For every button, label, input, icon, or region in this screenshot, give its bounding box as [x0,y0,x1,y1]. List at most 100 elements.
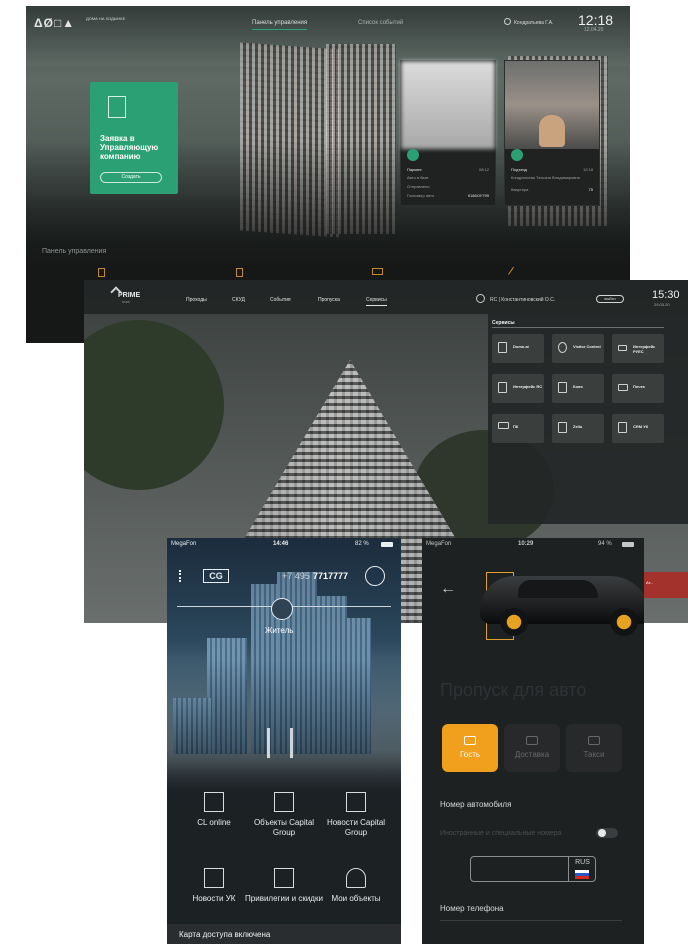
tab-label: Доставка [514,750,550,759]
car-wheel [610,608,638,636]
tile-objects[interactable]: Объекты Capital Group [245,792,323,838]
phone-number[interactable]: 7717777 [313,571,348,581]
logo-subtitle: PARK [122,300,130,304]
service-label: Visitor Control [573,344,601,349]
camera-card-entrance[interactable]: Подъезд 12:18 Кондратьева Татьяна Владими… [504,60,600,206]
user-icon[interactable] [476,294,485,303]
camera-card-parking[interactable]: Паркинг 08:12 Авто в базе Отправлено Госн… [400,60,496,206]
phone-underline [440,920,622,921]
back-arrow-icon[interactable]: ← [440,580,456,598]
document-icon [108,96,126,118]
screen-mobile-car-pass: MegaFon 10:29 94 % ← Пропуск для авто Го… [422,538,644,944]
nav-passes[interactable]: Проходы [186,297,207,303]
clock-time: 15:30 [652,289,680,301]
status-bar: MegaFon 10:29 94 % [422,538,644,551]
nav-events[interactable]: События [270,297,291,303]
clock-time: 12:18 [578,12,614,28]
services-divider [492,327,664,328]
status-time: 10:29 [518,541,534,547]
service-crm[interactable]: CRM УК [612,414,664,443]
service-pc[interactable]: ПК [492,414,544,443]
status-bar: MegaFon 14:46 82 % [167,538,401,551]
nav-events[interactable]: Список событий [358,20,403,26]
exit-button[interactable]: выйти [596,295,624,303]
car-plate-value: К186ОУ799 [467,193,489,198]
create-request-button[interactable]: Создать [100,172,162,183]
tab-delivery[interactable]: Доставка [504,724,560,772]
door-icon[interactable] [98,268,105,277]
service-label: Коля [573,384,583,389]
person-icon [558,342,567,353]
gate-icon [407,149,419,161]
logo[interactable]: ΔØ□▲ [34,16,75,30]
tab-taxi[interactable]: Такси [566,724,622,772]
car-icon [618,345,627,351]
nav-control-panel[interactable]: Панель управления [252,20,308,30]
camera-image [401,61,495,149]
tile-cl-online[interactable]: CL online [175,792,253,828]
toggle-knob [598,829,606,837]
menu-icon[interactable] [179,570,181,582]
user-name[interactable]: RC | Константиновский О.С. [490,297,555,303]
logo-subtitle: ДОМА НА ХОДЫНКЕ [86,16,126,21]
resident-icon[interactable] [271,598,293,620]
service-label: Интерфейс РУЕС [633,344,656,354]
clock-date: 29.03.20 [654,302,670,307]
house-icon [204,868,224,888]
camera-title: Паркинг [407,167,422,172]
service-label: Domo.ai [513,344,529,349]
service-interface-pues[interactable]: Интерфейс РУЕС [612,334,664,363]
tile-news[interactable]: Новости Capital Group [317,792,395,838]
logo[interactable]: PRIME [118,292,140,299]
car-number-label: Номер автомобиля [440,800,512,809]
service-interface-rc[interactable]: Интерфейс RC [492,374,544,403]
role-label: Житель [265,626,294,635]
nav-services[interactable]: Сервисы [366,297,387,306]
access-card-bar[interactable]: Карта доступа включена [167,924,401,944]
service-visitor-control[interactable]: Visitor Control [552,334,604,363]
monitor-icon [498,422,509,429]
user-name[interactable]: Кондратьева Г.А. [514,20,553,26]
tile-my-objects[interactable]: Мои объекты [317,868,395,904]
tab-label: Гость [459,750,481,759]
tab-guest[interactable]: Гость [442,724,498,772]
door-icon [558,382,567,393]
camera-row-label: Отправлено [407,184,430,189]
car-icon [464,736,476,745]
tab-label: Такси [583,750,605,759]
domo-icon [498,342,507,353]
document-icon [618,422,627,433]
logo[interactable]: CG [203,569,229,583]
carrier-label: MegaFon [171,541,197,547]
camera-time: 08:12 [478,167,489,172]
truck-icon [526,736,538,745]
walkie-talkie-icon [558,422,567,433]
call-icon[interactable] [365,566,385,586]
request-card[interactable]: Заявка в Управляющую компанию Создать [90,82,178,194]
nav-permits[interactable]: Пропуска [318,297,340,303]
alert-badge[interactable]: Ат... [640,572,688,598]
phone-prefix[interactable]: +7 495 [282,571,310,581]
car-window [518,580,598,598]
user-icon[interactable] [504,18,511,25]
service-kolya[interactable]: Коля [552,374,604,403]
service-domo[interactable]: Domo.ai [492,334,544,363]
nav-skud[interactable]: СКУД [232,297,245,303]
camera-title: Подъезд [511,167,527,172]
door-icon[interactable] [236,268,243,277]
page-title: Пропуск для авто [440,680,587,700]
radio-icon[interactable] [372,268,383,275]
news-icon [346,792,366,812]
tile-privileges[interactable]: Привилегии и скидки [245,868,323,904]
services-title: Сервисы [492,320,515,326]
tile-news-uk[interactable]: Новости УК [175,868,253,904]
service-mail[interactable]: Почта [612,374,664,403]
camera-row-label: Госномер авто [407,193,435,198]
clock-date: 12.04.20 [584,27,604,33]
region-code-label: RUS [575,859,590,866]
phone-label: Номер телефона [440,904,504,913]
carrier-label: MegaFon [426,541,452,547]
service-zello[interactable]: Zello [552,414,604,443]
monitor-icon [204,792,224,812]
battery-label: 82 % [355,541,369,547]
